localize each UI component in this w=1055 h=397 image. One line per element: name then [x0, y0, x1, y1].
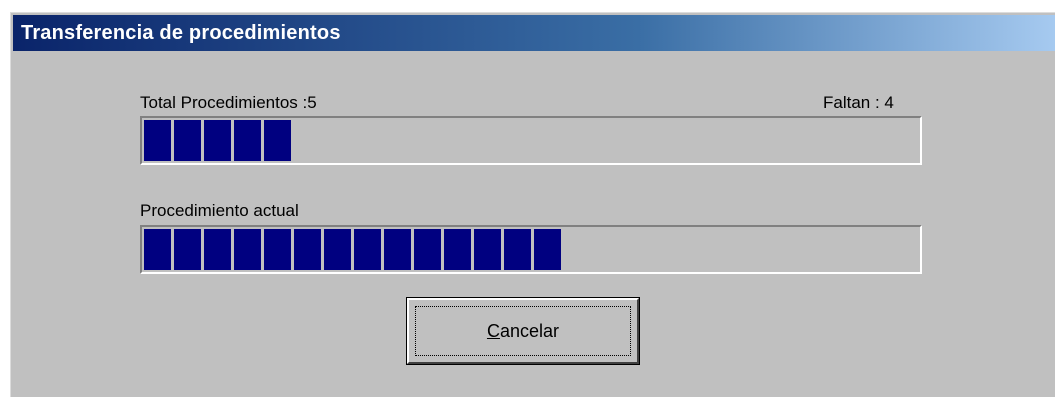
- current-progress-block: [534, 229, 561, 270]
- total-progress-block: [234, 120, 261, 161]
- current-progress-block: [294, 229, 321, 270]
- current-progress-block: [264, 229, 291, 270]
- current-progress-block: [504, 229, 531, 270]
- transfer-dialog: Transferencia de procedimientos Total Pr…: [10, 12, 1055, 397]
- total-progress-bar: [140, 116, 922, 165]
- current-progress-block: [144, 229, 171, 270]
- current-progress-block: [444, 229, 471, 270]
- remaining-label: Faltan : 4: [823, 93, 894, 112]
- current-progress-block: [324, 229, 351, 270]
- cancel-button-bevel: Cancelar: [407, 298, 639, 364]
- window-title: Transferencia de procedimientos: [21, 21, 341, 44]
- cancel-button-focus-rect: Cancelar: [415, 306, 631, 356]
- cancel-mnemonic: C: [486, 320, 500, 341]
- current-progress-block: [174, 229, 201, 270]
- total-progress-block: [174, 120, 201, 161]
- current-progress-block: [354, 229, 381, 270]
- total-procedures-label: Total Procedimientos :5: [140, 93, 317, 112]
- current-progress-block: [474, 229, 501, 270]
- current-progress-block: [234, 229, 261, 270]
- current-progress-block: [414, 229, 441, 270]
- total-progress-block: [264, 120, 291, 161]
- current-progress-bar: [140, 225, 922, 274]
- total-progress-block: [204, 120, 231, 161]
- current-procedure-label: Procedimiento actual: [140, 201, 299, 220]
- current-progress-block: [204, 229, 231, 270]
- cancel-label-rest: ancelar: [499, 320, 560, 341]
- cancel-button-label: Cancelar: [487, 321, 559, 342]
- current-progress-block: [384, 229, 411, 270]
- title-bar[interactable]: Transferencia de procedimientos: [13, 15, 1055, 51]
- cancel-button[interactable]: Cancelar: [406, 297, 640, 365]
- total-progress-block: [144, 120, 171, 161]
